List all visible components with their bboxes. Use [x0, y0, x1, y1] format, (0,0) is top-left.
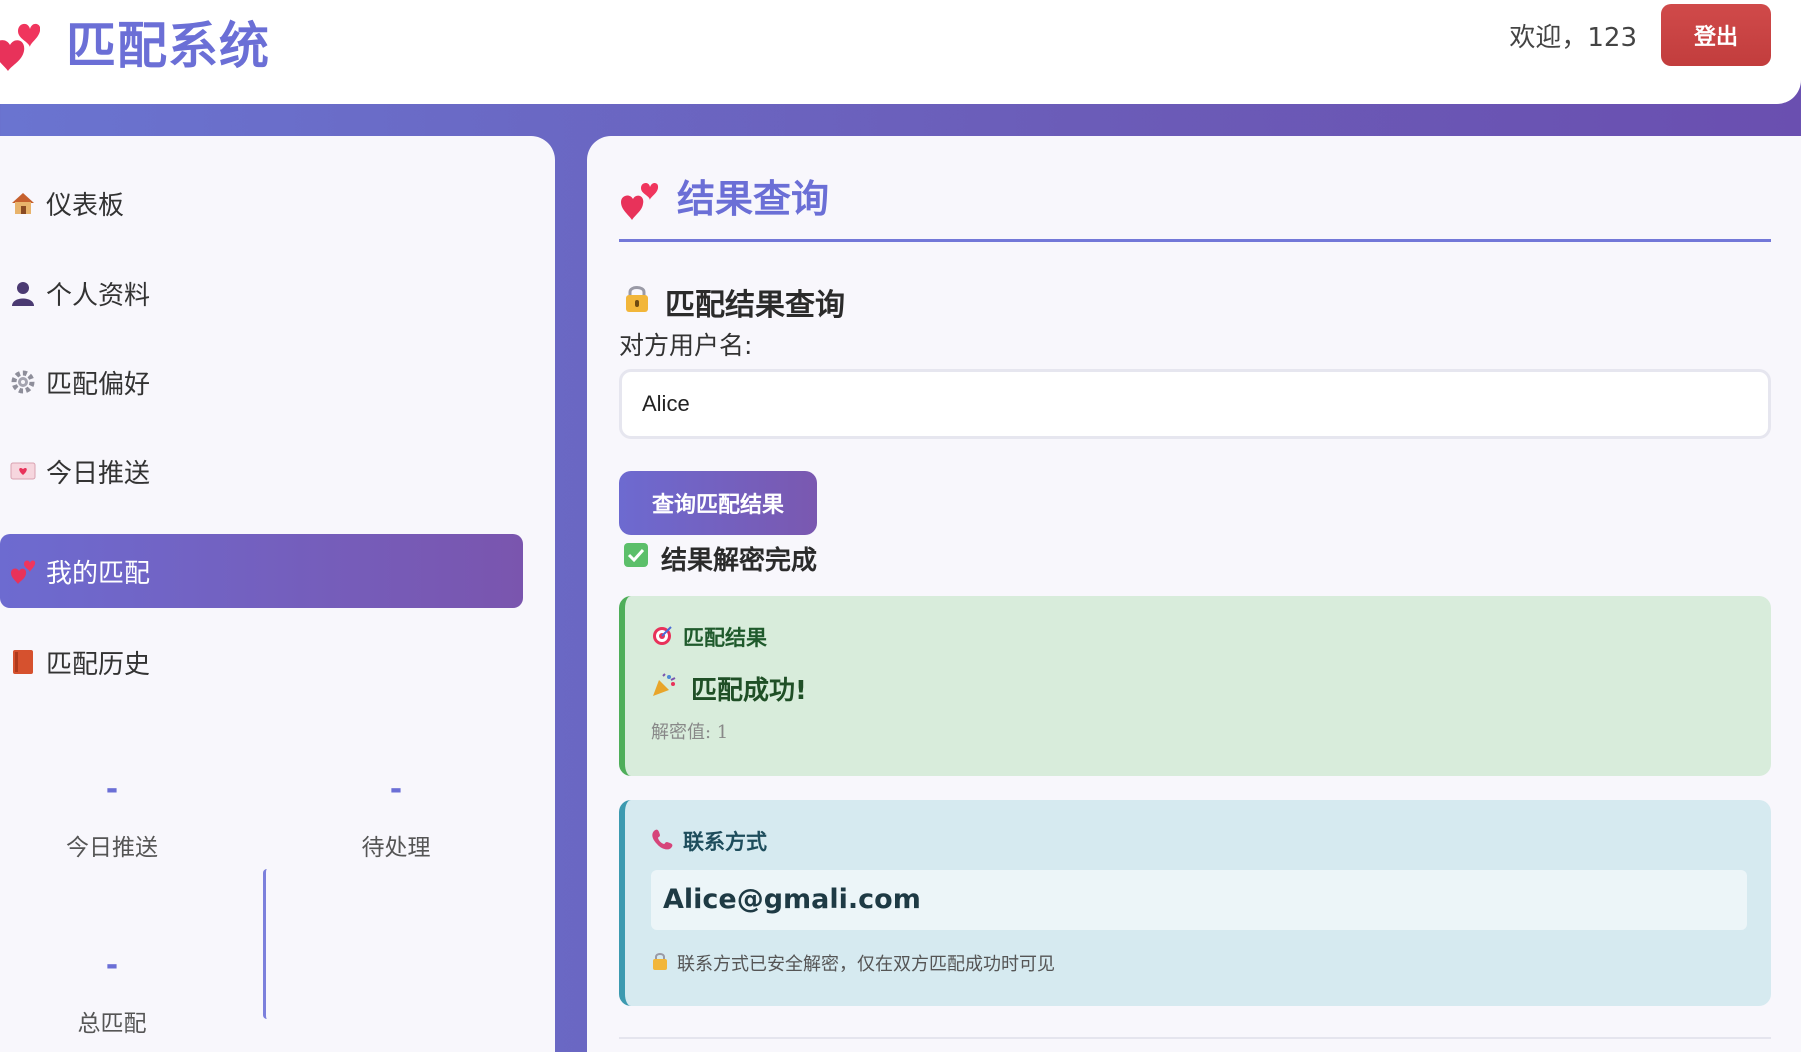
- stat-value: -: [105, 772, 119, 807]
- stat-daily-push: - 今日推送: [2, 770, 222, 862]
- sidebar-item-dashboard[interactable]: 仪表板: [0, 166, 523, 240]
- target-icon: [651, 624, 673, 651]
- username-label: 对方用户名:: [619, 331, 753, 360]
- sidebar-item-label: 匹配偏好: [46, 369, 151, 400]
- two-hearts-icon: [619, 178, 661, 224]
- contact-heading: 联系方式: [651, 826, 767, 856]
- welcome-text: 欢迎，123: [1509, 23, 1637, 53]
- sidebar-item-profile[interactable]: 个人资料: [0, 256, 523, 330]
- check-icon: [623, 542, 649, 575]
- stat-value: -: [105, 948, 119, 983]
- brand: 匹配系统: [0, 6, 270, 78]
- sidebar-item-label: 我的匹配: [46, 558, 151, 589]
- sidebar-item-my-matches[interactable]: 我的匹配: [0, 534, 523, 608]
- stat-label: 今日推送: [66, 835, 158, 861]
- decrypt-value: 解密值: 1: [651, 722, 729, 743]
- section-title: 结果查询: [677, 177, 830, 221]
- love-letter-icon: [8, 460, 38, 482]
- result-heading: 匹配结果: [651, 622, 767, 652]
- sidebar-item-preferences[interactable]: 匹配偏好: [0, 345, 523, 419]
- query-match-button[interactable]: 查询匹配结果: [619, 471, 817, 535]
- divider: [619, 1037, 1771, 1039]
- username-input[interactable]: [619, 369, 1771, 439]
- match-result-card: 匹配结果 匹配成功! 解密值: 1: [619, 596, 1771, 776]
- stat-divider: [263, 869, 271, 1019]
- sidebar-item-label: 仪表板: [46, 190, 125, 221]
- sidebar-item-daily-push[interactable]: 今日推送: [0, 434, 523, 508]
- sidebar-item-history[interactable]: 匹配历史: [0, 625, 523, 699]
- lock-icon: [623, 283, 651, 321]
- contact-card: 联系方式 Alice@gmali.com 联系方式已安全解密，仅在双方匹配成功时…: [619, 800, 1771, 1006]
- contact-note: 联系方式已安全解密，仅在双方匹配成功时可见: [651, 950, 1055, 976]
- contact-email: Alice@gmali.com: [651, 870, 1747, 930]
- match-success-message: 匹配成功!: [651, 670, 807, 707]
- two-hearts-icon: [0, 11, 41, 73]
- book-icon: [8, 649, 38, 675]
- stat-value: -: [389, 772, 403, 807]
- sidebar-item-label: 今日推送: [46, 458, 151, 489]
- stat-label: 待处理: [361, 835, 431, 861]
- phone-icon: [651, 828, 673, 855]
- stat-total-matches: - 总匹配: [2, 946, 222, 1038]
- sidebar: 仪表板 个人资料 匹配偏好 今日推送 我的匹配 匹配历史 - 今日推送 - 待处…: [0, 136, 555, 1052]
- sidebar-item-label: 匹配历史: [46, 649, 151, 680]
- lock-icon: [651, 951, 669, 976]
- party-popper-icon: [651, 672, 677, 705]
- decrypt-status: 结果解密完成: [623, 540, 817, 577]
- query-title: 匹配结果查询: [623, 280, 845, 324]
- logout-button[interactable]: 登出: [1661, 4, 1771, 66]
- top-header: 匹配系统 欢迎，123 登出: [0, 0, 1801, 104]
- section-header: 结果查询: [619, 176, 1771, 242]
- gear-icon: [8, 369, 38, 395]
- sidebar-item-label: 个人资料: [46, 280, 151, 311]
- two-hearts-icon: [8, 558, 38, 584]
- main-panel: 结果查询 匹配结果查询 对方用户名: 查询匹配结果 结果解密完成 匹配结果 匹配…: [587, 136, 1801, 1052]
- stat-label: 总匹配: [77, 1011, 147, 1037]
- stat-pending: - 待处理: [286, 770, 506, 862]
- house-icon: [8, 190, 38, 216]
- user-icon: [8, 280, 38, 306]
- app-title: 匹配系统: [66, 17, 270, 75]
